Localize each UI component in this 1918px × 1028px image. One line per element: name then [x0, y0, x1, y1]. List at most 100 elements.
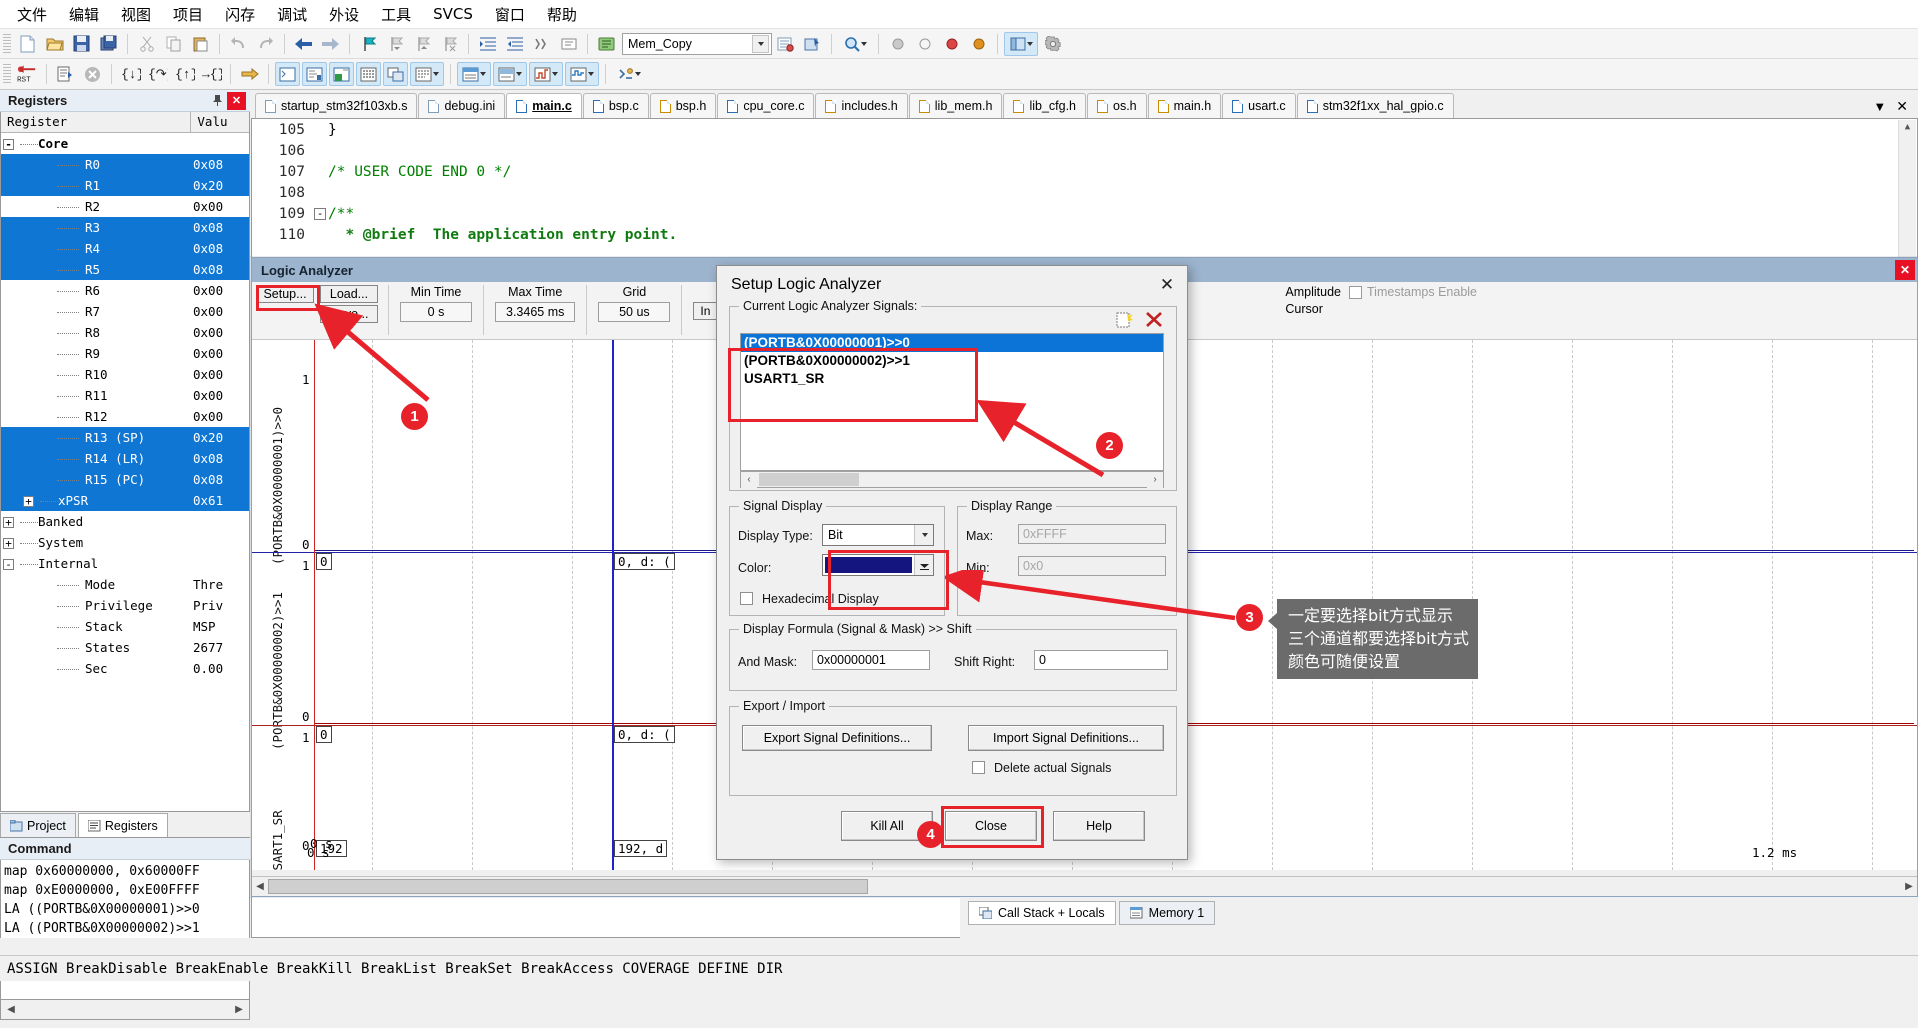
serial-window-icon[interactable]: [493, 62, 527, 86]
run-icon[interactable]: [53, 62, 78, 86]
manage-project-icon[interactable]: [800, 32, 825, 56]
tab-project[interactable]: Project: [0, 813, 76, 837]
hscroll-thumb[interactable]: [268, 879, 868, 894]
open-folder-icon[interactable]: [42, 32, 67, 56]
project-target-icon[interactable]: [594, 32, 619, 56]
menu-item-0[interactable]: 文件: [6, 1, 58, 28]
register-row[interactable]: R10 0x00: [1, 364, 249, 385]
reset-cpu-icon[interactable]: RST: [15, 62, 40, 86]
toolbar-grip[interactable]: [3, 64, 11, 84]
cut-icon[interactable]: [134, 32, 159, 56]
collapse-icon[interactable]: -: [3, 559, 14, 570]
menu-item-6[interactable]: 外设: [318, 1, 370, 28]
bookmark-clear-icon[interactable]: [437, 32, 462, 56]
help-button[interactable]: Help: [1053, 811, 1145, 841]
max-time-value[interactable]: 3.3465 ms: [495, 302, 576, 322]
color-picker-combo[interactable]: [822, 554, 934, 576]
register-row[interactable]: R6 0x00: [1, 280, 249, 301]
copy-icon[interactable]: [161, 32, 186, 56]
toolbar-grip[interactable]: [3, 33, 11, 54]
register-row[interactable]: Privilege Priv: [1, 595, 249, 616]
scroll-left-icon[interactable]: ◀: [252, 878, 268, 895]
register-row[interactable]: R5 0x08: [1, 259, 249, 280]
tab-memory-1[interactable]: Memory 1: [1118, 901, 1216, 925]
analysis-window-icon[interactable]: [529, 62, 563, 86]
configuration-wizard-icon[interactable]: [1040, 32, 1065, 56]
chevron-down-icon[interactable]: [914, 525, 933, 545]
save-button[interactable]: Save...: [320, 305, 378, 323]
file-tab-stm32f1xx-hal-gpio-c[interactable]: stm32f1xx_hal_gpio.c: [1296, 93, 1454, 118]
register-row[interactable]: Stack MSP: [1, 616, 249, 637]
file-tab-os-h[interactable]: os.h: [1087, 93, 1147, 118]
file-tab-cpu-core-c[interactable]: cpu_core.c: [717, 93, 815, 118]
file-tab-debug-ini[interactable]: debug.ini: [418, 93, 506, 118]
paste-icon[interactable]: [188, 32, 213, 56]
timestamps-enable-checkbox[interactable]: [1349, 285, 1362, 299]
import-signal-definitions-button[interactable]: Import Signal Definitions...: [968, 725, 1164, 751]
toolbox-icon[interactable]: [612, 62, 646, 86]
register-row[interactable]: R14 (LR) 0x08: [1, 448, 249, 469]
export-signal-definitions-button[interactable]: Export Signal Definitions...: [742, 725, 932, 751]
step-out-icon[interactable]: {↑}: [172, 62, 197, 86]
register-row[interactable]: R11 0x00: [1, 385, 249, 406]
menu-item-8[interactable]: SVCS: [422, 2, 484, 26]
command-window-icon[interactable]: [275, 62, 300, 86]
menu-item-4[interactable]: 闪存: [214, 1, 266, 28]
command-hscrollbar[interactable]: ◀ ▶: [0, 1000, 250, 1020]
close-button[interactable]: Close: [945, 811, 1037, 841]
scroll-right-icon[interactable]: ›: [1147, 471, 1163, 488]
collapse-icon[interactable]: -: [3, 139, 14, 150]
undo-icon[interactable]: [226, 32, 251, 56]
signals-scroll-thumb[interactable]: [759, 473, 859, 486]
uncomment-icon[interactable]: [556, 32, 581, 56]
and-mask-field[interactable]: 0x00000001: [812, 650, 930, 670]
file-tab-startup-stm32f103xb-s[interactable]: startup_stm32f103xb.s: [255, 93, 418, 118]
insert-breakpoint-icon[interactable]: [885, 32, 910, 56]
target-options-icon[interactable]: [773, 32, 798, 56]
redo-icon[interactable]: [253, 32, 278, 56]
save-all-icon[interactable]: [96, 32, 121, 56]
register-row[interactable]: R13 (SP) 0x20: [1, 427, 249, 448]
register-row[interactable]: - Core: [1, 133, 249, 154]
logic-analyzer-hscrollbar[interactable]: ◀ ▶: [252, 876, 1917, 896]
file-tab-includes-h[interactable]: includes.h: [815, 93, 908, 118]
fold-toggle-icon[interactable]: -: [314, 207, 326, 220]
close-icon[interactable]: ✕: [1149, 270, 1185, 300]
register-row[interactable]: + xPSR 0x61: [1, 490, 249, 511]
step-over-icon[interactable]: {↷}: [145, 62, 170, 86]
new-file-icon[interactable]: [15, 32, 40, 56]
zoom-in-button[interactable]: In: [693, 302, 718, 320]
menu-item-7[interactable]: 工具: [370, 1, 422, 28]
register-row[interactable]: R4 0x08: [1, 238, 249, 259]
bookmark-toggle-icon[interactable]: [356, 32, 381, 56]
save-icon[interactable]: [69, 32, 94, 56]
scroll-right-icon[interactable]: ▶: [1901, 878, 1917, 895]
register-row[interactable]: + Banked: [1, 511, 249, 532]
file-tab-bsp-c[interactable]: bsp.c: [582, 93, 649, 118]
call-stack-icon[interactable]: [383, 62, 408, 86]
disable-breakpoint-icon[interactable]: [939, 32, 964, 56]
tab-list-icon[interactable]: ▼: [1873, 99, 1886, 114]
signals-hscrollbar[interactable]: ‹ ›: [740, 471, 1164, 488]
register-row[interactable]: R9 0x00: [1, 343, 249, 364]
forward-icon[interactable]: [318, 32, 343, 56]
marker-line[interactable]: [314, 340, 315, 870]
menu-item-2[interactable]: 视图: [110, 1, 162, 28]
grid-value[interactable]: 50 us: [598, 302, 671, 322]
kill-breakpoints-icon[interactable]: [912, 32, 937, 56]
chevron-down-icon[interactable]: [752, 34, 769, 53]
register-row[interactable]: R0 0x08: [1, 154, 249, 175]
expand-icon[interactable]: +: [3, 538, 14, 549]
expand-icon[interactable]: +: [23, 496, 34, 507]
load-button[interactable]: Load...: [320, 285, 378, 303]
register-row[interactable]: R8 0x00: [1, 322, 249, 343]
expand-icon[interactable]: +: [3, 517, 14, 528]
register-row[interactable]: Mode Thre: [1, 574, 249, 595]
file-tab-main-h[interactable]: main.h: [1147, 93, 1222, 118]
register-row[interactable]: - Internal: [1, 553, 249, 574]
run-to-cursor-icon[interactable]: →{}: [199, 62, 224, 86]
bottom-splitter[interactable]: [0, 938, 1918, 955]
register-row[interactable]: R1 0x20: [1, 175, 249, 196]
close-icon[interactable]: ✕: [1896, 98, 1908, 115]
min-time-value[interactable]: 0 s: [400, 302, 472, 322]
